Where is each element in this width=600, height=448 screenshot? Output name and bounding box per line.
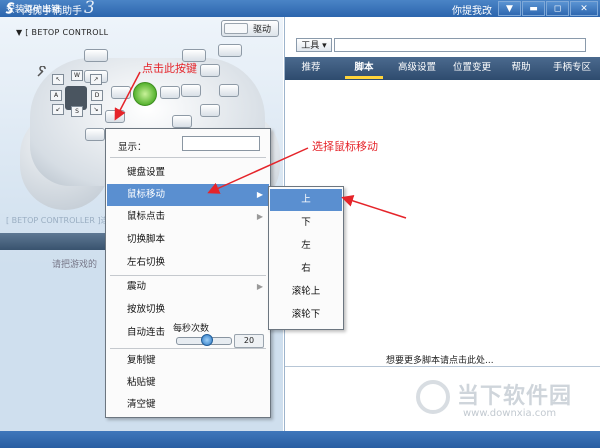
submenu-arrow-icon: ▶ bbox=[256, 212, 263, 221]
menu-item-label: 键盘设置 bbox=[127, 167, 166, 178]
driver-toggle[interactable]: 驱动 bbox=[221, 20, 279, 37]
dpad-downright-icon[interactable]: ↘ bbox=[90, 104, 102, 115]
submenu-arrow-icon: ▶ bbox=[256, 282, 263, 291]
key-button-a[interactable] bbox=[200, 104, 220, 117]
watermark-text: 当下软件园 bbox=[457, 384, 573, 409]
driver-toggle-knob bbox=[224, 23, 248, 34]
watermark-logo-icon bbox=[416, 380, 450, 414]
dpad-down-icon[interactable]: S bbox=[71, 106, 83, 117]
display-input[interactable] bbox=[182, 136, 260, 151]
dpad-left-icon[interactable]: A bbox=[50, 90, 62, 101]
menu-item-left-right[interactable]: 左右切换 bbox=[107, 252, 269, 274]
status-text: 安装驱动出错 bbox=[6, 5, 61, 15]
display-label: 显示： bbox=[118, 142, 147, 153]
dpad-up-icon[interactable]: W bbox=[71, 70, 83, 81]
submenu-item-wheel-down[interactable]: 滚轮下 bbox=[270, 304, 342, 326]
submenu-item-wheel-up[interactable]: 滚轮上 bbox=[270, 281, 342, 303]
menu-item-mouse-move[interactable]: 鼠标移动 ▶ bbox=[107, 184, 269, 206]
key-button-lstick-press[interactable] bbox=[85, 128, 105, 141]
status-bar bbox=[0, 431, 600, 448]
key-button-x[interactable] bbox=[181, 84, 201, 97]
dpad-upright-icon[interactable]: ↗ bbox=[90, 74, 102, 85]
submenu-item-down[interactable]: 下 bbox=[270, 212, 342, 234]
tab-gamepad-zone[interactable]: 手柄专区 bbox=[548, 61, 596, 75]
key-button-y[interactable] bbox=[200, 64, 220, 77]
wrench-icon[interactable] bbox=[36, 66, 48, 78]
menu-item-label: 切换脚本 bbox=[127, 234, 166, 245]
menu-item-label: 清空键 bbox=[127, 399, 156, 410]
menu-item-label: 复制键 bbox=[127, 355, 156, 366]
submenu-item-up[interactable]: 上 bbox=[270, 189, 342, 211]
xbox-logo-icon bbox=[133, 82, 157, 106]
close-button[interactable]: ✕ bbox=[570, 1, 598, 16]
per-second-value: 20 bbox=[234, 334, 264, 348]
menu-item-label: 鼠标移动 bbox=[127, 189, 166, 200]
key-button-rstick[interactable] bbox=[172, 115, 192, 128]
menu-separator bbox=[110, 348, 266, 349]
menu-item-label: 震动 bbox=[127, 281, 147, 292]
menu-item-label: 自动连击 bbox=[127, 327, 166, 338]
dpad-upleft-icon[interactable]: ↖ bbox=[52, 74, 64, 85]
tools-dropdown[interactable]: 工具 ▾ bbox=[296, 38, 332, 52]
menu-item-press-release[interactable]: 按放切换 bbox=[107, 299, 269, 321]
device-selector[interactable]: ▼ [ BETOP CONTROLL bbox=[16, 28, 108, 37]
minimize-button[interactable]: ▬ bbox=[522, 1, 545, 16]
driver-label: 驱动 bbox=[253, 25, 272, 35]
menu-item-clear-key[interactable]: 清空键 bbox=[107, 394, 269, 416]
annotation-select-mouse: 选择鼠标移动 bbox=[312, 140, 378, 153]
menu-item-label: 粘贴键 bbox=[127, 377, 156, 388]
key-button-rt[interactable] bbox=[218, 44, 242, 57]
game-hint: 请把游戏的 bbox=[52, 260, 98, 270]
menu-item-vibrate[interactable]: 震动 ▶ bbox=[107, 276, 269, 298]
menu-button[interactable]: ▼ bbox=[498, 1, 521, 16]
tools-input[interactable] bbox=[334, 38, 586, 52]
key-button-start[interactable] bbox=[160, 86, 180, 99]
mouse-move-submenu: 上 下 左 右 滚轮上 滚轮下 bbox=[268, 186, 344, 330]
per-second-slider-thumb[interactable] bbox=[200, 334, 213, 346]
menu-item-label: 左右切换 bbox=[127, 257, 166, 268]
menu-item-mouse-click[interactable]: 鼠标点击 ▶ bbox=[107, 206, 269, 228]
suggest-link[interactable]: 你提我改 bbox=[452, 2, 492, 17]
menu-item-keyboard[interactable]: 键盘设置 bbox=[107, 162, 269, 184]
menu-item-copy-key[interactable]: 复制键 bbox=[107, 350, 269, 372]
menu-item-switch-script[interactable]: 切换脚本 bbox=[107, 229, 269, 251]
tab-position[interactable]: 位置变更 bbox=[449, 61, 495, 75]
submenu-arrow-icon: ▶ bbox=[256, 190, 263, 199]
submenu-item-left[interactable]: 左 bbox=[270, 235, 342, 257]
menu-item-paste-key[interactable]: 粘贴键 bbox=[107, 372, 269, 394]
dpad-downleft-icon[interactable]: ↙ bbox=[52, 104, 64, 115]
key-button-lstick[interactable] bbox=[105, 110, 125, 123]
menu-item-label: 鼠标点击 bbox=[127, 211, 166, 222]
per-second-label: 每秒次数 bbox=[173, 324, 210, 334]
tab-script[interactable]: 脚本 bbox=[348, 61, 380, 75]
active-tab-indicator bbox=[345, 76, 383, 79]
context-menu: 显示： 键盘设置 鼠标移动 ▶ 鼠标点击 ▶ 切换脚本 左右切换 震动 ▶ 按放切换 … bbox=[105, 128, 271, 418]
tab-advanced[interactable]: 高级设置 bbox=[394, 61, 440, 75]
tab-help[interactable]: 帮助 bbox=[506, 61, 536, 75]
key-button-lb[interactable] bbox=[84, 49, 108, 62]
key-button-back[interactable] bbox=[111, 86, 131, 99]
menu-item-label: 按放切换 bbox=[127, 304, 166, 315]
menu-separator bbox=[110, 157, 266, 158]
app-version: 3 bbox=[84, 0, 95, 18]
annotation-click-key: 点击此按键 bbox=[142, 62, 197, 75]
maximize-button[interactable]: ◻ bbox=[546, 1, 569, 16]
more-scripts-link[interactable]: 想要更多脚本请点击此处... bbox=[386, 353, 494, 366]
watermark-url: www.downxia.com bbox=[463, 408, 557, 419]
tab-recommend[interactable]: 推荐 bbox=[296, 61, 326, 75]
dpad-right-icon[interactable]: D bbox=[91, 90, 103, 101]
key-button-b[interactable] bbox=[219, 84, 239, 97]
submenu-item-right[interactable]: 右 bbox=[270, 258, 342, 280]
divider bbox=[285, 366, 600, 367]
